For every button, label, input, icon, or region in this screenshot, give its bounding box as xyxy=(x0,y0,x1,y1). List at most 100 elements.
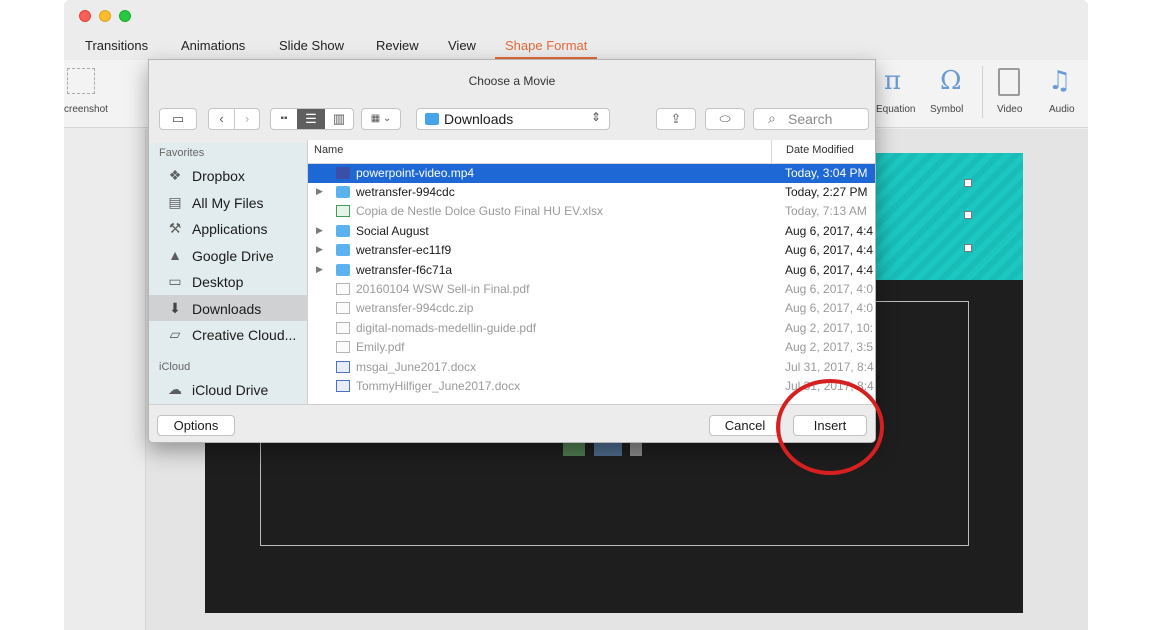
location-dropdown[interactable]: Downloads ⇕ xyxy=(416,108,610,130)
file-name: wetransfer-ec11f9 xyxy=(356,243,452,257)
file-date: Aug 6, 2017, 4:0 xyxy=(785,282,874,296)
video-label: Video xyxy=(997,104,1023,115)
screenshot-button[interactable]: creenshot xyxy=(64,60,122,128)
sidebar-item-creative-cloud[interactable]: ▱ Creative Cloud... xyxy=(149,321,307,347)
sidebar-item-all-my-files[interactable]: ▤ All My Files xyxy=(149,189,307,215)
excel-file-icon xyxy=(336,205,350,217)
options-button[interactable]: Options xyxy=(157,415,235,436)
minimize-window-button[interactable] xyxy=(99,10,111,22)
sidebar-item-dropbox[interactable]: ❖ Dropbox xyxy=(149,162,307,188)
tab-view[interactable]: View xyxy=(448,38,476,53)
file-row[interactable]: powerpoint-video.mp4 Today, 3:04 PM xyxy=(308,164,875,183)
location-label: Downloads xyxy=(444,111,514,127)
tag-icon: ⬭ xyxy=(719,111,731,126)
folder-icon xyxy=(336,186,350,198)
disclosure-triangle-icon[interactable]: ▶ xyxy=(316,186,323,197)
tab-shape-format[interactable]: Shape Format xyxy=(494,38,598,59)
file-list-header: Name Date Modified xyxy=(308,140,875,164)
file-row[interactable]: ▶ Social August Aug 6, 2017, 4:4 xyxy=(308,222,875,241)
pdf-file-icon xyxy=(336,341,350,353)
word-file-icon xyxy=(336,361,350,373)
file-name: wetransfer-994cdc xyxy=(356,185,455,199)
file-name: 20160104 WSW Sell-in Final.pdf xyxy=(356,282,530,296)
resize-handle[interactable] xyxy=(964,211,972,219)
video-file-icon xyxy=(336,167,350,179)
icon-view-button[interactable]: ▪▪ xyxy=(271,109,297,129)
back-button[interactable]: ‹ xyxy=(209,109,235,129)
applications-icon: ⚒ xyxy=(168,220,182,236)
file-date: Aug 6, 2017, 4:4 xyxy=(785,243,874,257)
file-date: Aug 6, 2017, 4:4 xyxy=(785,263,874,277)
all-files-icon: ▤ xyxy=(168,194,182,210)
tab-transitions[interactable]: Transitions xyxy=(85,38,148,53)
file-date: Today, 2:27 PM xyxy=(785,185,868,199)
file-row[interactable]: ▶ wetransfer-ec11f9 Aug 6, 2017, 4:4 xyxy=(308,241,875,260)
ribbon-separator xyxy=(982,66,983,118)
symbol-icon: Ω xyxy=(940,66,962,96)
ribbon-tabs: Transitions Animations Slide Show Review… xyxy=(64,38,1088,59)
audio-label: Audio xyxy=(1049,104,1075,115)
forward-button[interactable]: › xyxy=(235,109,259,129)
equation-button[interactable]: π Equation xyxy=(876,60,928,128)
file-date: Aug 2, 2017, 10: xyxy=(785,321,874,335)
pdf-file-icon xyxy=(336,322,350,334)
column-view-button[interactable]: ▥ xyxy=(325,109,353,129)
sidebar-item-downloads[interactable]: ⬇ Downloads xyxy=(149,295,307,321)
video-icon xyxy=(998,68,1020,96)
symbol-label: Symbol xyxy=(930,104,964,115)
zip-file-icon xyxy=(336,302,350,314)
folder-icon xyxy=(336,225,350,237)
equation-icon: π xyxy=(884,66,902,96)
cancel-button[interactable]: Cancel xyxy=(709,415,781,436)
tab-review[interactable]: Review xyxy=(376,38,419,53)
file-row[interactable]: ▶ wetransfer-994cdc Today, 2:27 PM xyxy=(308,183,875,202)
search-field[interactable]: ⌕ Search xyxy=(753,108,869,130)
file-name: wetransfer-f6c71a xyxy=(356,263,453,277)
sidebar-item-icloud-drive[interactable]: ☁ iCloud Drive xyxy=(149,376,307,402)
sidebar-item-google-drive[interactable]: ▲ Google Drive xyxy=(149,242,307,268)
disclosure-triangle-icon[interactable]: ▶ xyxy=(316,264,323,275)
cloud-icon: ☁ xyxy=(168,381,182,397)
tab-slide-show[interactable]: Slide Show xyxy=(279,38,344,53)
arrange-button[interactable]: ▦ ⌄ xyxy=(361,108,401,130)
file-date: Aug 6, 2017, 4:0 xyxy=(785,301,874,315)
sidebar-item-label: Desktop xyxy=(192,274,244,290)
screenshot-label: creenshot xyxy=(64,104,108,115)
file-row: Emily.pdf Aug 2, 2017, 3:5 xyxy=(308,338,875,357)
file-date: Jul 31, 2017, 8:4 xyxy=(785,360,874,374)
tags-button[interactable]: ⬭ xyxy=(705,108,745,130)
resize-handle[interactable] xyxy=(964,179,972,187)
file-date: Today, 7:13 AM xyxy=(785,204,867,218)
maximize-window-button[interactable] xyxy=(119,10,131,22)
file-row[interactable]: ▶ wetransfer-f6c71a Aug 6, 2017, 4:4 xyxy=(308,261,875,280)
arrange-icon: ▦ ⌄ xyxy=(370,113,392,124)
pdf-file-icon xyxy=(336,283,350,295)
symbol-button[interactable]: Ω Symbol xyxy=(930,60,974,128)
search-placeholder: Search xyxy=(788,111,833,127)
video-button[interactable]: Video xyxy=(994,60,1034,128)
column-header-date-modified[interactable]: Date Modified xyxy=(771,140,875,163)
close-window-button[interactable] xyxy=(79,10,91,22)
disclosure-triangle-icon[interactable]: ▶ xyxy=(316,244,323,255)
tab-animations[interactable]: Animations xyxy=(181,38,245,53)
resize-handle[interactable] xyxy=(964,244,972,252)
file-name: digital-nomads-medellin-guide.pdf xyxy=(356,321,537,335)
sidebar-item-desktop[interactable]: ▭ Desktop xyxy=(149,268,307,294)
disclosure-triangle-icon[interactable]: ▶ xyxy=(316,225,323,236)
word-file-icon xyxy=(336,380,350,392)
audio-button[interactable]: ♫ Audio xyxy=(1046,60,1086,128)
file-row: 20160104 WSW Sell-in Final.pdf Aug 6, 20… xyxy=(308,280,875,299)
downloads-folder-icon xyxy=(425,113,439,125)
audio-icon: ♫ xyxy=(1048,66,1072,96)
column-header-name[interactable]: Name xyxy=(314,144,343,156)
list-view-button[interactable]: ☰ xyxy=(297,109,325,129)
file-row: digital-nomads-medellin-guide.pdf Aug 2,… xyxy=(308,319,875,338)
file-name: Emily.pdf xyxy=(356,340,405,354)
sidebar-item-applications[interactable]: ⚒ Applications xyxy=(149,215,307,241)
file-row: wetransfer-994cdc.zip Aug 6, 2017, 4:0 xyxy=(308,299,875,318)
slide-thumbnails-pane xyxy=(64,129,146,630)
title-bar xyxy=(64,0,1088,36)
dialog-title: Choose a Movie xyxy=(468,74,556,88)
share-button[interactable]: ⇪ xyxy=(656,108,696,130)
sidebar-toggle-button[interactable]: ▭ xyxy=(159,108,197,130)
